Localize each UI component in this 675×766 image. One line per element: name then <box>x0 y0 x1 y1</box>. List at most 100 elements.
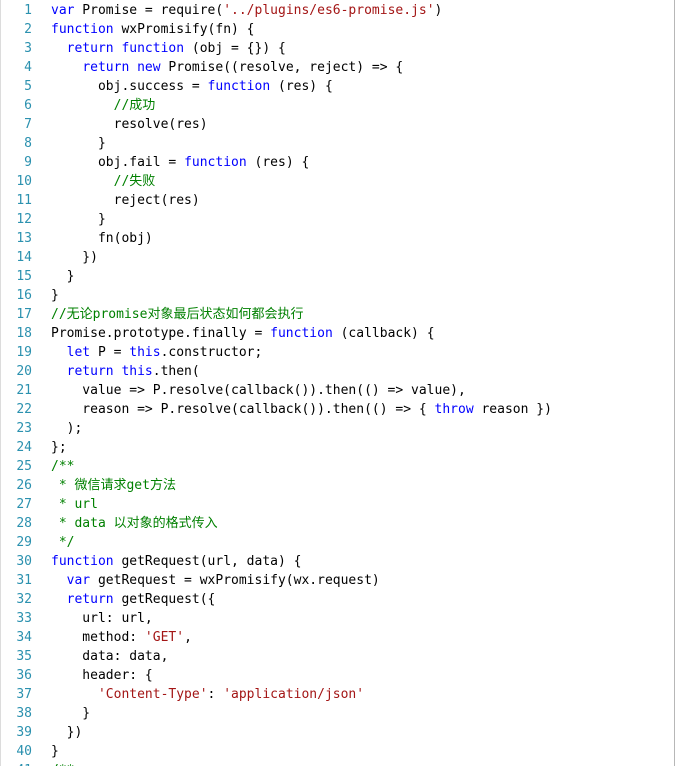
line-content: */ <box>32 533 75 552</box>
code-line[interactable]: 20 return this.then( <box>0 362 674 381</box>
line-number: 7 <box>24 117 32 132</box>
code-token-cmt: //失败 <box>113 174 156 189</box>
code-token-pln: getRequest(url, data) { <box>113 554 302 569</box>
code-line[interactable]: 17 //无论promise对象最后状态如何都会执行 <box>0 305 674 324</box>
code-token-kw: function <box>51 554 114 569</box>
code-line[interactable]: 24}; <box>0 438 674 457</box>
code-line[interactable]: 23 ); <box>0 419 674 438</box>
line-number: 23 <box>16 421 32 436</box>
code-line[interactable]: 34 method: 'GET', <box>0 628 674 647</box>
code-token-cmt: * 微信请求get方法 <box>51 478 176 493</box>
line-content: url: url, <box>32 609 152 628</box>
code-token-pln: reason }) <box>473 402 552 417</box>
code-line[interactable]: 12 } <box>0 210 674 229</box>
code-token-cmt: //无论promise对象最后状态如何都会执行 <box>51 307 304 322</box>
line-content: //失败 <box>32 172 156 191</box>
code-line[interactable]: 37 'Content-Type': 'application/json' <box>0 685 674 704</box>
line-content: }) <box>32 248 98 267</box>
code-line[interactable]: 6 //成功 <box>0 96 674 115</box>
line-number: 1 <box>24 3 32 18</box>
line-content: obj.fail = function (res) { <box>32 153 309 172</box>
code-line[interactable]: 14 }) <box>0 248 674 267</box>
line-content: let P = this.constructor; <box>32 343 263 362</box>
code-token-str: 'application/json' <box>223 687 365 702</box>
code-line[interactable]: 9 obj.fail = function (res) { <box>0 153 674 172</box>
code-line[interactable]: 8 } <box>0 134 674 153</box>
code-line[interactable]: 41/** <box>0 761 674 766</box>
line-content: Promise.prototype.finally = function (ca… <box>32 324 435 343</box>
code-line[interactable]: 1 var Promise = require('../plugins/es6-p… <box>0 1 674 20</box>
code-line[interactable]: 13 fn(obj) <box>0 229 674 248</box>
line-content: return new Promise((resolve, reject) => … <box>32 58 403 77</box>
code-token-pln <box>51 687 98 702</box>
code-token-pln: (res) { <box>246 155 310 170</box>
code-viewer[interactable]: 1 var Promise = require('../plugins/es6-p… <box>0 0 675 766</box>
code-token-cmt: * data 以对象的格式传入 <box>51 516 218 531</box>
code-token-pln: } <box>51 269 75 284</box>
code-token-pln: (callback) { <box>332 326 435 341</box>
code-line[interactable]: 30 function getRequest(url, data) { <box>0 552 674 571</box>
code-line[interactable]: 10 //失败 <box>0 172 674 191</box>
code-token-kw: function <box>270 326 333 341</box>
code-line[interactable]: 22 reason => P.resolve(callback()).then(… <box>0 400 674 419</box>
code-token-pln: fn(obj) <box>51 231 153 246</box>
line-number: 38 <box>16 706 32 721</box>
code-line[interactable]: 4 return new Promise((resolve, reject) =… <box>0 58 674 77</box>
code-line[interactable]: 15 } <box>0 267 674 286</box>
code-token-pln: .constructor; <box>160 345 263 360</box>
code-token-pln: , <box>184 630 192 645</box>
line-number: 39 <box>16 725 32 740</box>
line-number: 14 <box>16 250 32 265</box>
code-token-pln: ); <box>51 421 83 436</box>
code-token-kw: function <box>184 155 247 170</box>
code-line[interactable]: 5 obj.success = function (res) { <box>0 77 674 96</box>
line-content: header: { <box>32 666 153 685</box>
line-content: resolve(res) <box>32 115 208 134</box>
line-number: 35 <box>16 649 32 664</box>
code-token-pln: } <box>51 136 106 151</box>
code-token-pln: header: { <box>51 668 153 683</box>
line-number: 19 <box>16 345 32 360</box>
code-line[interactable]: 7 resolve(res) <box>0 115 674 134</box>
code-line[interactable]: 3 return function (obj = {}) { <box>0 39 674 58</box>
line-number: 16 <box>16 288 32 303</box>
code-token-pln: .then( <box>152 364 200 379</box>
code-line[interactable]: 18 Promise.prototype.finally = function (… <box>0 324 674 343</box>
code-line[interactable]: 16} <box>0 286 674 305</box>
code-token-pln <box>51 364 67 379</box>
code-line[interactable]: 21 value => P.resolve(callback()).then((… <box>0 381 674 400</box>
line-number: 28 <box>16 516 32 531</box>
code-line[interactable]: 11 reject(res) <box>0 191 674 210</box>
code-line[interactable]: 27 * url <box>0 495 674 514</box>
code-token-pln: wxPromisify(fn) { <box>113 22 255 37</box>
code-line[interactable]: 31 var getRequest = wxPromisify(wx.reque… <box>0 571 674 590</box>
line-content: ); <box>32 419 83 438</box>
code-line[interactable]: 38 } <box>0 704 674 723</box>
code-line[interactable]: 2 function wxPromisify(fn) { <box>0 20 674 39</box>
code-line[interactable]: 36 header: { <box>0 666 674 685</box>
code-line[interactable]: 32 return getRequest({ <box>0 590 674 609</box>
code-token-pln: getRequest = wxPromisify(wx.request) <box>90 573 380 588</box>
code-line[interactable]: 39 }) <box>0 723 674 742</box>
code-line[interactable]: 29 */ <box>0 533 674 552</box>
line-content: }; <box>32 438 67 457</box>
line-content: * data 以对象的格式传入 <box>32 514 218 533</box>
line-number: 34 <box>16 630 32 645</box>
code-line[interactable]: 25 /** <box>0 457 674 476</box>
line-content: value => P.resolve(callback()).then(() =… <box>32 381 466 400</box>
code-line[interactable]: 35 data: data, <box>0 647 674 666</box>
code-line[interactable]: 19 let P = this.constructor; <box>0 343 674 362</box>
code-line[interactable]: 28 * data 以对象的格式传入 <box>0 514 674 533</box>
code-token-pln: ) <box>434 3 443 18</box>
code-token-pln: Promise = require( <box>74 3 224 18</box>
line-number: 40 <box>16 744 32 759</box>
line-number: 12 <box>16 212 32 227</box>
line-number: 3 <box>24 41 32 56</box>
code-line[interactable]: 26 * 微信请求get方法 <box>0 476 674 495</box>
line-number: 4 <box>24 60 32 75</box>
code-token-kw: return <box>66 592 114 607</box>
code-line[interactable]: 33 url: url, <box>0 609 674 628</box>
code-line-list: 1 var Promise = require('../plugins/es6-p… <box>0 0 674 766</box>
code-token-str: 'Content-Type' <box>97 687 208 702</box>
code-line[interactable]: 40} <box>0 742 674 761</box>
